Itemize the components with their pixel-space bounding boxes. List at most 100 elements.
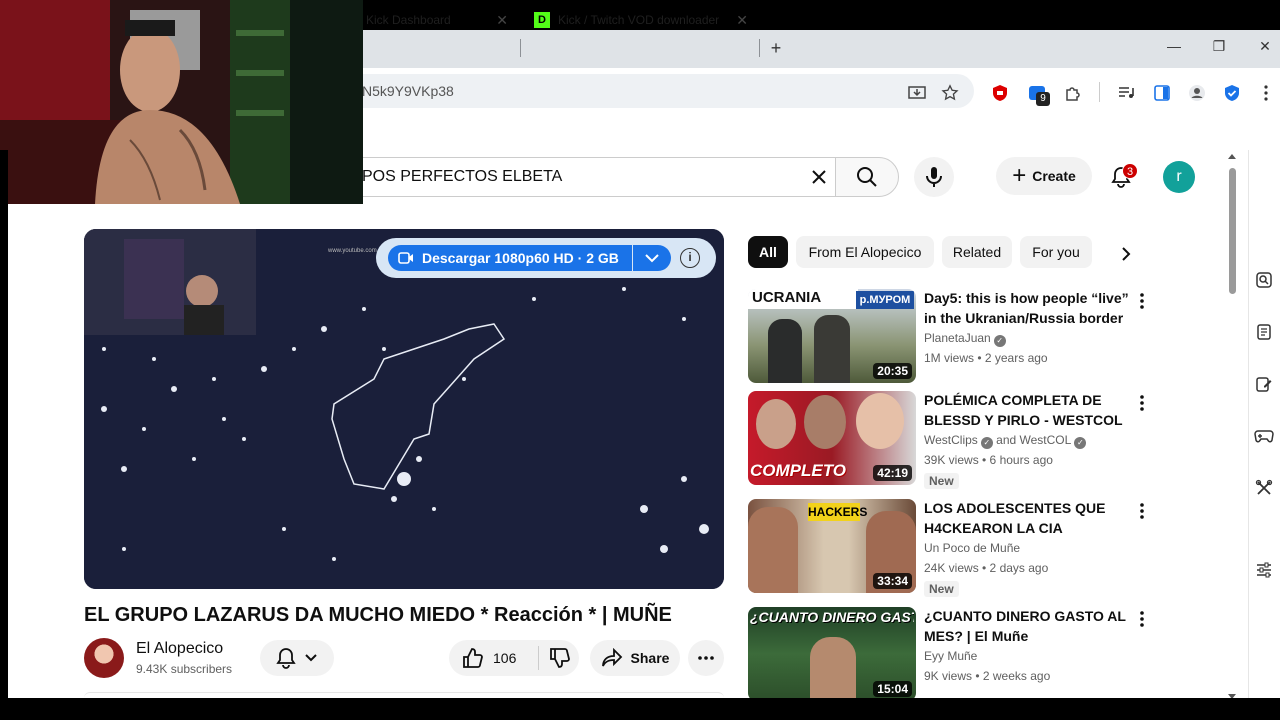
video-thumbnail[interactable]: UCRANIA р.МУРОМ 20:35 bbox=[748, 289, 916, 383]
chips-next-button[interactable] bbox=[1112, 240, 1140, 268]
chip-related[interactable]: Related bbox=[942, 236, 1012, 268]
video-camera-icon bbox=[398, 252, 413, 264]
info-icon[interactable]: i bbox=[680, 248, 700, 268]
kick-logo-icon: D bbox=[534, 12, 550, 28]
chip-all[interactable]: All bbox=[748, 236, 788, 268]
adblock-extension-icon[interactable] bbox=[989, 82, 1011, 104]
chrome-menu-icon[interactable] bbox=[1255, 82, 1277, 104]
recommendation-title: Day5: this is how people “live” in the U… bbox=[924, 290, 1129, 326]
gamepad-icon[interactable] bbox=[1254, 426, 1274, 446]
url-text: N5k9Y9VKp38 bbox=[362, 83, 454, 99]
tab-title: Kick / Twitch VOD downloader bbox=[558, 13, 720, 27]
chip-for-you[interactable]: For you bbox=[1020, 236, 1092, 268]
video-thumbnail[interactable]: COMPLETO 42:19 bbox=[748, 391, 916, 485]
tab-separator bbox=[520, 39, 521, 57]
webcam-frame bbox=[0, 0, 363, 204]
close-icon[interactable]: ✕ bbox=[736, 12, 748, 29]
settings-sliders-icon[interactable] bbox=[1254, 560, 1274, 580]
microphone-icon bbox=[926, 167, 942, 187]
user-avatar[interactable]: r bbox=[1163, 161, 1195, 193]
extensions-puzzle-icon[interactable] bbox=[1062, 82, 1084, 104]
voice-search-button[interactable] bbox=[914, 157, 954, 197]
media-controls-icon[interactable] bbox=[1115, 82, 1137, 104]
recommendation-item[interactable]: ¿CUANTO DINERO GASTO? 15:04 ¿CUANTO DINE… bbox=[748, 607, 1168, 707]
edit-notes-icon[interactable] bbox=[1254, 374, 1274, 394]
more-vertical-icon[interactable] bbox=[1132, 499, 1152, 523]
bell-icon bbox=[276, 648, 296, 669]
download-button[interactable]: Descargar 1080p60 HD · 2 GB bbox=[388, 245, 632, 271]
bookmark-star-icon[interactable] bbox=[939, 82, 961, 104]
tab-separator bbox=[759, 39, 760, 57]
recommendation-title: POLÉMICA COMPLETA DE BLESSD Y PIRLO - WE… bbox=[924, 392, 1123, 428]
recommendation-channel: WestClips ✓ and WestCOL ✓ bbox=[924, 433, 1087, 449]
channel-avatar[interactable] bbox=[84, 638, 124, 678]
download-options-button[interactable] bbox=[633, 245, 671, 271]
search-sidebar-icon[interactable] bbox=[1254, 270, 1274, 290]
close-window-button[interactable]: ✕ bbox=[1255, 38, 1275, 58]
install-app-icon[interactable] bbox=[906, 82, 928, 104]
scrollbar-thumb[interactable] bbox=[1229, 168, 1236, 294]
maximize-button[interactable]: ❐ bbox=[1209, 38, 1229, 58]
video-player[interactable]: www.youtube.com bbox=[84, 229, 724, 589]
webcam-overlay bbox=[0, 0, 363, 204]
recommendation-channel: PlanetaJuan ✓ bbox=[924, 331, 1006, 347]
new-badge: New bbox=[924, 473, 959, 489]
chevron-right-icon bbox=[1122, 247, 1131, 261]
plus-icon: + bbox=[1012, 162, 1027, 189]
more-vertical-icon[interactable] bbox=[1132, 607, 1152, 631]
more-horizontal-icon bbox=[698, 656, 714, 660]
profile-icon[interactable] bbox=[1186, 82, 1208, 104]
extension-badge: 9 bbox=[1036, 92, 1050, 106]
subscription-bell-button[interactable] bbox=[260, 640, 334, 676]
video-duration: 20:35 bbox=[873, 363, 912, 379]
search-button[interactable] bbox=[835, 157, 899, 197]
scroll-up-arrow[interactable] bbox=[1228, 154, 1236, 159]
more-vertical-icon[interactable] bbox=[1132, 391, 1152, 415]
recommendation-channel: Un Poco de Muñe bbox=[924, 541, 1020, 555]
video-thumbnail[interactable]: ¿CUANTO DINERO GASTO? 15:04 bbox=[748, 607, 916, 701]
close-icon[interactable]: ✕ bbox=[496, 12, 508, 29]
tab-kick-dashboard[interactable]: Kick Dashboard ✕ bbox=[356, 4, 518, 36]
thumbnail-text: HACKERS bbox=[808, 503, 868, 521]
thumbnail-text: ¿CUANTO DINERO GASTO? bbox=[750, 609, 914, 625]
like-button[interactable]: 106 bbox=[449, 640, 539, 676]
video-thumbnail[interactable]: HACKERS 33:34 bbox=[748, 499, 916, 593]
more-actions-button[interactable] bbox=[688, 640, 724, 676]
chip-from-channel[interactable]: From El Alopecico bbox=[796, 236, 934, 268]
recommendation-item[interactable]: UCRANIA р.МУРОМ 20:35 Day5: this is how … bbox=[748, 289, 1168, 389]
new-tab-button[interactable]: + bbox=[766, 38, 786, 58]
minimize-button[interactable]: — bbox=[1164, 38, 1184, 58]
tab-vod-downloader[interactable]: D Kick / Twitch VOD downloader ✕ bbox=[524, 4, 758, 36]
new-badge: New bbox=[924, 581, 959, 597]
channel-name: Un Poco de Muñe bbox=[924, 541, 1021, 555]
create-button[interactable]: + Create bbox=[996, 157, 1092, 195]
recommendation-item[interactable]: COMPLETO 42:19 POLÉMICA COMPLETA DE BLES… bbox=[748, 391, 1168, 491]
clear-search-icon[interactable] bbox=[808, 166, 830, 188]
share-icon bbox=[601, 648, 622, 667]
channel-name: PlanetaJuan bbox=[924, 331, 991, 345]
shield-extension-icon[interactable] bbox=[1221, 82, 1243, 104]
thumbs-down-icon bbox=[550, 648, 570, 668]
dislike-button[interactable] bbox=[539, 640, 579, 676]
tools-icon[interactable] bbox=[1254, 478, 1274, 498]
recommendation-meta: 24K views • 2 days ago bbox=[924, 561, 1049, 575]
recommendation-meta: 1M views • 2 years ago bbox=[924, 351, 1048, 365]
recommendation-channel: Eyy Muñe bbox=[924, 649, 977, 663]
recommendation-item[interactable]: HACKERS 33:34 LOS ADOLESCENTES QUE H4CKE… bbox=[748, 499, 1168, 599]
share-button[interactable]: Share bbox=[590, 640, 680, 676]
side-panel-icon[interactable] bbox=[1151, 82, 1173, 104]
more-vertical-icon[interactable] bbox=[1132, 289, 1152, 313]
channel-name: WestClips bbox=[924, 433, 978, 447]
chevron-down-icon bbox=[645, 254, 659, 263]
channel-name[interactable]: El Alopecico bbox=[136, 640, 223, 658]
search-icon bbox=[857, 167, 877, 187]
thumbnail-text: COMPLETO bbox=[750, 461, 847, 480]
video-duration: 42:19 bbox=[873, 465, 912, 481]
subscriber-count: 9.43K subscribers bbox=[136, 662, 233, 676]
reading-list-icon[interactable] bbox=[1254, 322, 1274, 342]
video-watermark: www.youtube.com bbox=[327, 248, 377, 254]
thumbnail-sign: р.МУРОМ bbox=[856, 291, 914, 309]
screen-left-edge bbox=[0, 150, 8, 698]
recommendation-title: LOS ADOLESCENTES QUE H4CKEARON LA CIA re… bbox=[924, 500, 1106, 536]
search-query: POS PERFECTOS ELBETA bbox=[362, 168, 563, 185]
